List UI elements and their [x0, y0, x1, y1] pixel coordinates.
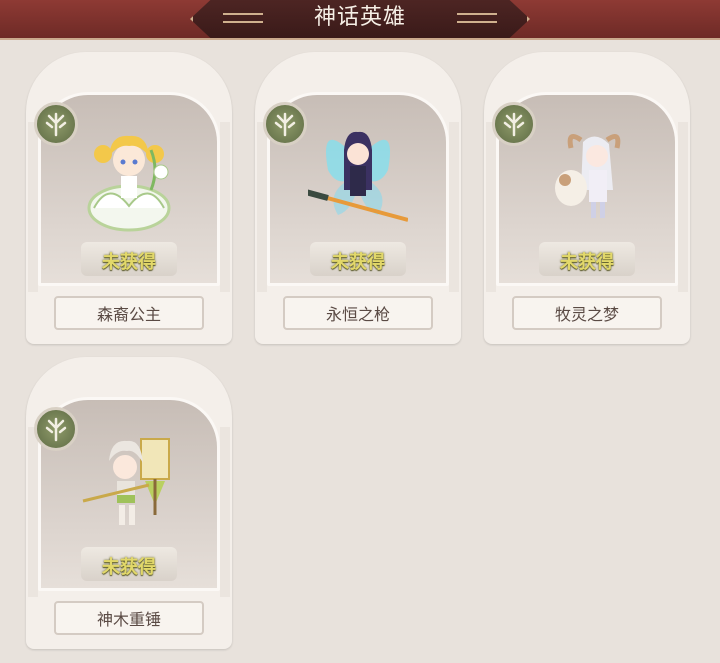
status-locked-label: 未获得	[102, 557, 156, 578]
butterfly-spear-sprite-icon	[308, 131, 408, 222]
title-ornament-right-icon	[457, 13, 497, 23]
tree-emblem-icon	[492, 102, 536, 146]
flower-fairy-sprite-icon	[87, 135, 171, 232]
title-plate: 神话英雄	[190, 0, 530, 38]
hero-name: 神木重锤	[54, 601, 204, 635]
tree-emblem-icon	[263, 102, 307, 146]
status-locked-label: 未获得	[331, 252, 385, 273]
hammer-girl-sprite-icon	[82, 438, 170, 525]
hero-card[interactable]: 未获得 牧灵之梦	[484, 52, 690, 344]
status-locked-label: 未获得	[102, 252, 156, 273]
header-bar: 神话英雄	[0, 0, 720, 40]
tree-emblem-icon	[34, 407, 78, 451]
hero-card[interactable]: 未获得 永恒之枪	[255, 52, 461, 344]
hero-name: 森裔公主	[54, 296, 204, 330]
hero-card[interactable]: 未获得 森裔公主	[26, 52, 232, 344]
hero-card[interactable]: 未获得 神木重锤	[26, 357, 232, 649]
hero-name: 永恒之枪	[283, 296, 433, 330]
hero-name: 牧灵之梦	[512, 296, 662, 330]
sheep-girl-sprite-icon	[555, 133, 621, 218]
status-locked-label: 未获得	[560, 252, 614, 273]
tree-emblem-icon	[34, 102, 78, 146]
